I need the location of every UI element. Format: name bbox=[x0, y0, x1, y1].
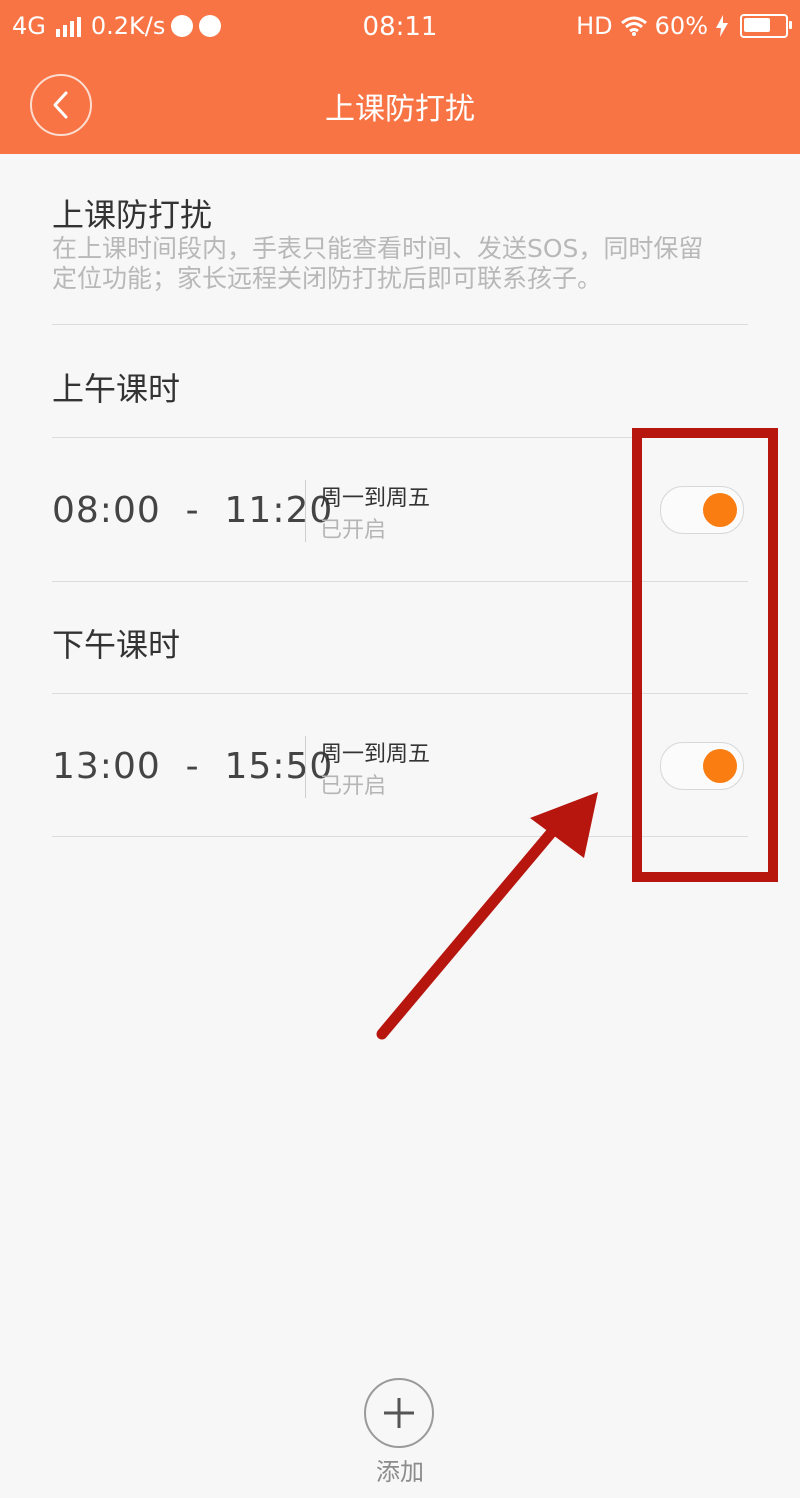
afternoon-days: 周一到周五 bbox=[320, 742, 431, 767]
afternoon-time-range: 13:00 - 15:50 bbox=[52, 746, 334, 787]
divider bbox=[52, 581, 748, 582]
charging-icon bbox=[716, 15, 728, 37]
divider bbox=[52, 693, 748, 694]
intro-description-line1: 在上课时间段内，手表只能查看时间、发送SOS，同时保留 bbox=[52, 234, 704, 263]
morning-days: 周一到周五 bbox=[320, 486, 431, 511]
hd-indicator: HD bbox=[576, 12, 613, 40]
divider bbox=[52, 836, 748, 837]
intro-description-line2: 定位功能；家长远程关闭防打扰后即可联系孩子。 bbox=[52, 264, 603, 293]
row-separator bbox=[305, 480, 306, 542]
battery-icon bbox=[740, 14, 792, 38]
status-bar: 4G 0.2K/s 08:11 HD 60% bbox=[0, 0, 800, 56]
battery-percent: 60% bbox=[654, 12, 708, 40]
afternoon-status: 已开启 bbox=[320, 774, 387, 799]
battery-fill bbox=[744, 18, 771, 32]
add-button[interactable] bbox=[364, 1378, 434, 1448]
divider bbox=[52, 324, 748, 325]
afternoon-section-title: 下午课时 bbox=[52, 626, 181, 664]
morning-section-title: 上午课时 bbox=[52, 370, 181, 408]
divider bbox=[52, 437, 748, 438]
morning-status: 已开启 bbox=[320, 518, 387, 543]
plus-icon bbox=[384, 1398, 414, 1428]
app-header: 4G 0.2K/s 08:11 HD 60% 上课防打扰 bbox=[0, 0, 800, 154]
morning-time-range: 08:00 - 11:20 bbox=[52, 490, 334, 531]
toggle-knob bbox=[703, 493, 737, 527]
intro-description: 在上课时间段内，手表只能查看时间、发送SOS，同时保留 定位功能；家长远程关闭防… bbox=[52, 234, 748, 294]
status-right: HD 60% bbox=[576, 12, 792, 40]
add-label: 添加 bbox=[376, 1458, 424, 1486]
afternoon-schedule-row[interactable]: 13:00 - 15:50 周一到周五 已开启 bbox=[52, 722, 748, 812]
wifi-icon bbox=[620, 16, 647, 36]
morning-schedule-row[interactable]: 08:00 - 11:20 周一到周五 已开启 bbox=[52, 466, 748, 556]
page-title: 上课防打扰 bbox=[325, 92, 475, 127]
morning-toggle[interactable] bbox=[660, 486, 744, 534]
row-separator bbox=[305, 736, 306, 798]
afternoon-toggle[interactable] bbox=[660, 742, 744, 790]
intro-title: 上课防打扰 bbox=[52, 196, 213, 234]
toggle-knob bbox=[703, 749, 737, 783]
